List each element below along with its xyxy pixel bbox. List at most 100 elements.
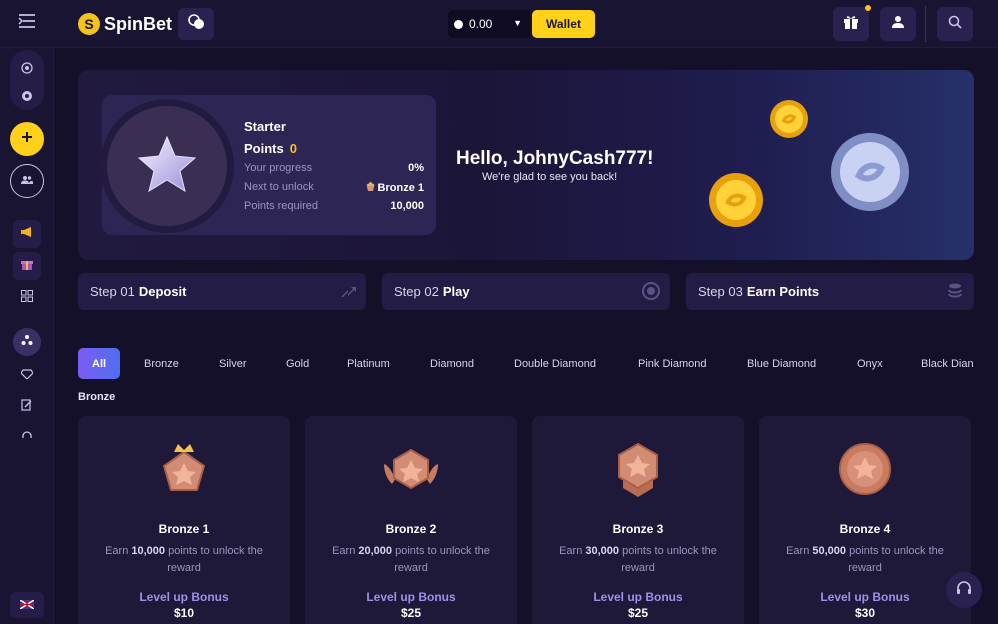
- gold-coin-large-icon: [706, 170, 766, 235]
- level-name: Bronze 3: [612, 522, 664, 536]
- plus-icon: [21, 130, 33, 148]
- level-name: Bronze 1: [158, 522, 210, 536]
- level-bonus-amount: $25: [400, 606, 422, 620]
- loyalty-button[interactable]: [13, 328, 41, 356]
- level-bonus-label: Level up Bonus: [593, 590, 683, 604]
- coin-stack-icon: [946, 282, 964, 300]
- chips-button[interactable]: [178, 8, 214, 40]
- points-line: Points 0: [244, 141, 297, 156]
- user-icon: [891, 15, 905, 34]
- uk-flag-icon: [19, 596, 35, 614]
- status-card: Starter Points 0 Your progress 0% Next to…: [100, 95, 436, 235]
- casino-chip-icon[interactable]: [19, 60, 35, 76]
- step-earn-points[interactable]: Step 03 Earn Points: [686, 273, 974, 310]
- level-card[interactable]: Bronze 1 Earn 10,000 points to unlock th…: [78, 416, 290, 624]
- gold-coin-small-icon: [768, 98, 810, 145]
- coin-icon: [454, 19, 463, 29]
- level-bonus-amount: $10: [173, 606, 195, 620]
- next-unlock-row: Next to unlock Bronze 1: [244, 181, 424, 194]
- tier-tabs: All Bronze Silver Gold Platinum Diamond …: [78, 348, 998, 380]
- tab-silver[interactable]: Silver: [219, 348, 247, 379]
- points-value: 0: [289, 141, 297, 156]
- progress-row: Your progress 0%: [244, 162, 424, 174]
- step-deposit[interactable]: Step 01 Deposit: [78, 273, 366, 310]
- language-selector[interactable]: [10, 592, 44, 618]
- tab-pink-diamond[interactable]: Pink Diamond: [638, 348, 706, 379]
- bronze-round-medal-icon: [834, 438, 896, 500]
- step-play[interactable]: Step 02 Play: [382, 273, 670, 310]
- tab-diamond[interactable]: Diamond: [430, 348, 474, 379]
- tab-onyx[interactable]: Onyx: [857, 348, 883, 379]
- greeting-subtitle: We're glad to see you back!: [482, 171, 618, 183]
- grid-icon: [21, 289, 33, 307]
- games-grid-button[interactable]: [13, 284, 41, 312]
- greeting-title: Hello, JohnyCash777!: [456, 148, 654, 169]
- next-unlock-value: Bronze 1: [365, 181, 424, 194]
- gift-icon: [843, 14, 859, 35]
- level-card[interactable]: Bronze 3 Earn 30,000 points to unlock th…: [532, 416, 744, 624]
- headset-icon[interactable]: [19, 428, 35, 444]
- diamond-icon[interactable]: [19, 366, 35, 382]
- tab-blue-diamond[interactable]: Blue Diamond: [747, 348, 816, 379]
- soccer-ball-icon[interactable]: [19, 88, 35, 104]
- bronze-shield-hexagon-icon: [607, 438, 669, 500]
- star-icon: [137, 135, 197, 198]
- level-card[interactable]: Bronze 2 Earn 20,000 points to unlock th…: [305, 416, 517, 624]
- tab-double-diamond[interactable]: Double Diamond: [514, 348, 596, 379]
- logo[interactable]: S SpinBet: [78, 12, 172, 36]
- arrow-up-icon: [338, 282, 356, 300]
- chip-play-icon: [642, 282, 660, 300]
- step-1-prefix: Step 01: [90, 284, 135, 299]
- loyalty-dots-icon: [21, 333, 33, 351]
- level-bonus-label: Level up Bonus: [139, 590, 229, 604]
- search-button[interactable]: [937, 7, 973, 41]
- chevron-down-icon: ▼: [513, 18, 522, 28]
- level-name: Bronze 2: [385, 522, 437, 536]
- top-divider: [925, 6, 926, 42]
- wallet-button[interactable]: Wallet: [532, 10, 595, 38]
- top-bar: S SpinBet 0.00 ▼ Wallet: [0, 0, 998, 48]
- deposit-plus-button[interactable]: [10, 122, 44, 156]
- gift-button[interactable]: [833, 5, 871, 41]
- notification-dot: [865, 5, 871, 11]
- progress-value: 0%: [408, 162, 424, 174]
- points-label: Points: [244, 141, 284, 156]
- level-description: Earn 30,000 points to unlock the reward: [559, 545, 717, 574]
- step-3-prefix: Step 03: [698, 284, 743, 299]
- points-required-row: Points required 10,000: [244, 200, 424, 212]
- headset-icon: [955, 579, 973, 602]
- tab-bronze[interactable]: Bronze: [144, 348, 179, 379]
- level-description: Earn 20,000 points to unlock the reward: [332, 545, 490, 574]
- balance-selector[interactable]: 0.00 ▼: [448, 10, 530, 38]
- progress-label: Your progress: [244, 162, 313, 174]
- step-2-prefix: Step 02: [394, 284, 439, 299]
- level-bonus-label: Level up Bonus: [820, 590, 910, 604]
- rewards-button[interactable]: [13, 252, 41, 280]
- support-chat-button[interactable]: [946, 572, 982, 608]
- silver-coin-icon: [828, 130, 912, 219]
- friends-button[interactable]: [10, 164, 44, 198]
- balance-value: 0.00: [469, 17, 493, 31]
- level-description: Earn 10,000 points to unlock the reward: [105, 545, 263, 574]
- tier-name: Starter: [244, 119, 286, 134]
- section-title: Bronze: [78, 391, 116, 403]
- tab-black-diamond[interactable]: Black Dian: [921, 348, 974, 379]
- tab-gold[interactable]: Gold: [286, 348, 309, 379]
- bronze-crown-icon: [366, 181, 375, 191]
- points-required-value: 10,000: [390, 200, 424, 212]
- promotions-button[interactable]: [13, 220, 41, 248]
- step-3-name: Earn Points: [746, 284, 820, 299]
- tab-platinum[interactable]: Platinum: [347, 348, 390, 379]
- tab-all[interactable]: All: [78, 348, 121, 379]
- level-card[interactable]: Bronze 4 Earn 50,000 points to unlock th…: [759, 416, 971, 624]
- profile-button[interactable]: [880, 7, 916, 41]
- level-bonus-amount: $25: [627, 606, 649, 620]
- level-bonus-amount: $30: [854, 606, 876, 620]
- level-name: Bronze 4: [839, 522, 891, 536]
- logo-mark-icon: S: [78, 13, 100, 35]
- menu-toggle-icon[interactable]: [16, 14, 38, 34]
- logo-text: SpinBet: [104, 13, 173, 34]
- level-bonus-label: Level up Bonus: [366, 590, 456, 604]
- edit-note-icon[interactable]: [19, 397, 35, 413]
- sidebar-casino-sports-group: [10, 50, 44, 110]
